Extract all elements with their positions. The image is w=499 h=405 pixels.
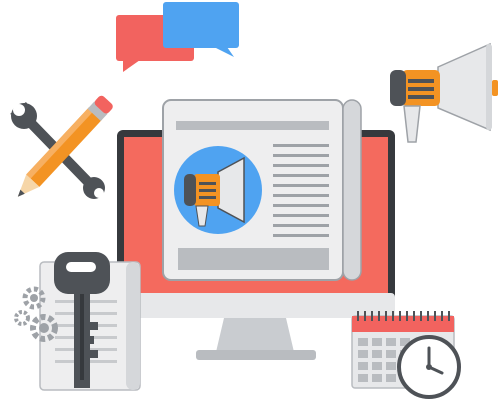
newsletter-document-icon <box>162 99 362 281</box>
chat-bubbles-icon <box>116 2 239 72</box>
illustration-canvas <box>10 2 498 399</box>
marketing-illustration <box>0 0 499 405</box>
megaphone-icon <box>390 42 498 143</box>
clock-icon <box>397 335 461 399</box>
